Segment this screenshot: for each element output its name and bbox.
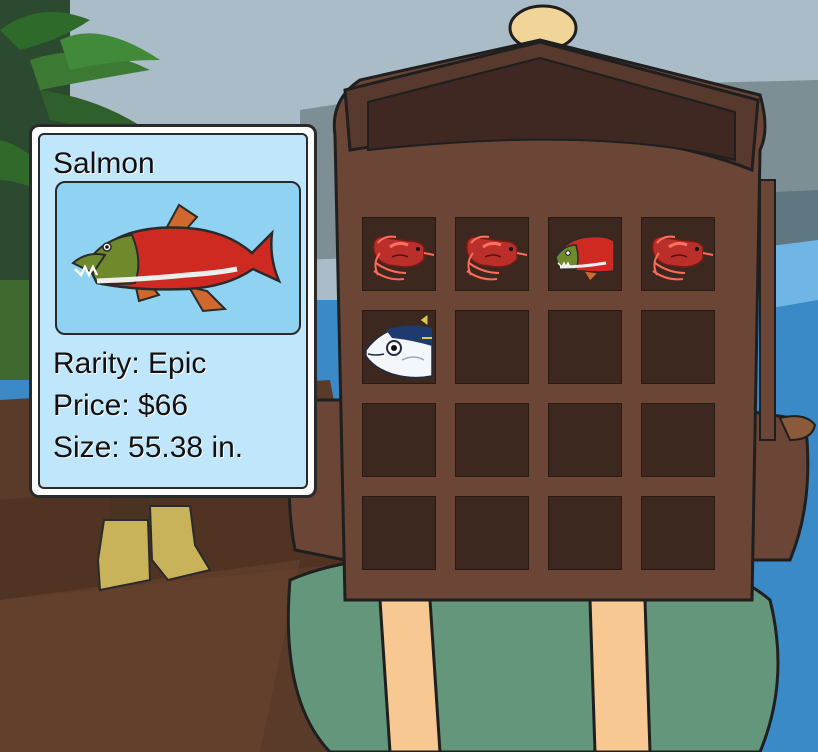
item-size: Size: 55.38 in. [53, 431, 244, 464]
inventory-slot[interactable] [362, 496, 436, 570]
tooltip-panel: Salmon Rarity: Epic Price: $66 Size: 55. [38, 133, 308, 489]
inventory-slot[interactable] [362, 403, 436, 477]
inventory-slot[interactable] [455, 217, 529, 291]
inventory-slot[interactable] [641, 310, 715, 384]
salmon-icon [71, 203, 282, 313]
inventory-slot[interactable] [641, 217, 715, 291]
inventory-slot[interactable] [362, 310, 436, 384]
inventory-slot[interactable] [548, 217, 622, 291]
inventory-slot[interactable] [362, 217, 436, 291]
game-scene: Salmon Rarity: Epic Price: $66 Size: 55. [0, 0, 818, 752]
inventory-slot[interactable] [455, 310, 529, 384]
inventory-slot[interactable] [548, 496, 622, 570]
item-name: Salmon [53, 147, 155, 180]
item-preview [55, 181, 301, 335]
inventory-slot[interactable] [641, 403, 715, 477]
item-tooltip: Salmon Rarity: Epic Price: $66 Size: 55. [29, 124, 317, 498]
inventory-slot[interactable] [455, 403, 529, 477]
inventory-slot[interactable] [455, 496, 529, 570]
item-price: Price: $66 [53, 389, 189, 422]
inventory-slot[interactable] [548, 310, 622, 384]
inventory-slot[interactable] [548, 403, 622, 477]
item-rarity: Rarity: Epic [53, 347, 207, 380]
inventory-slot[interactable] [641, 496, 715, 570]
